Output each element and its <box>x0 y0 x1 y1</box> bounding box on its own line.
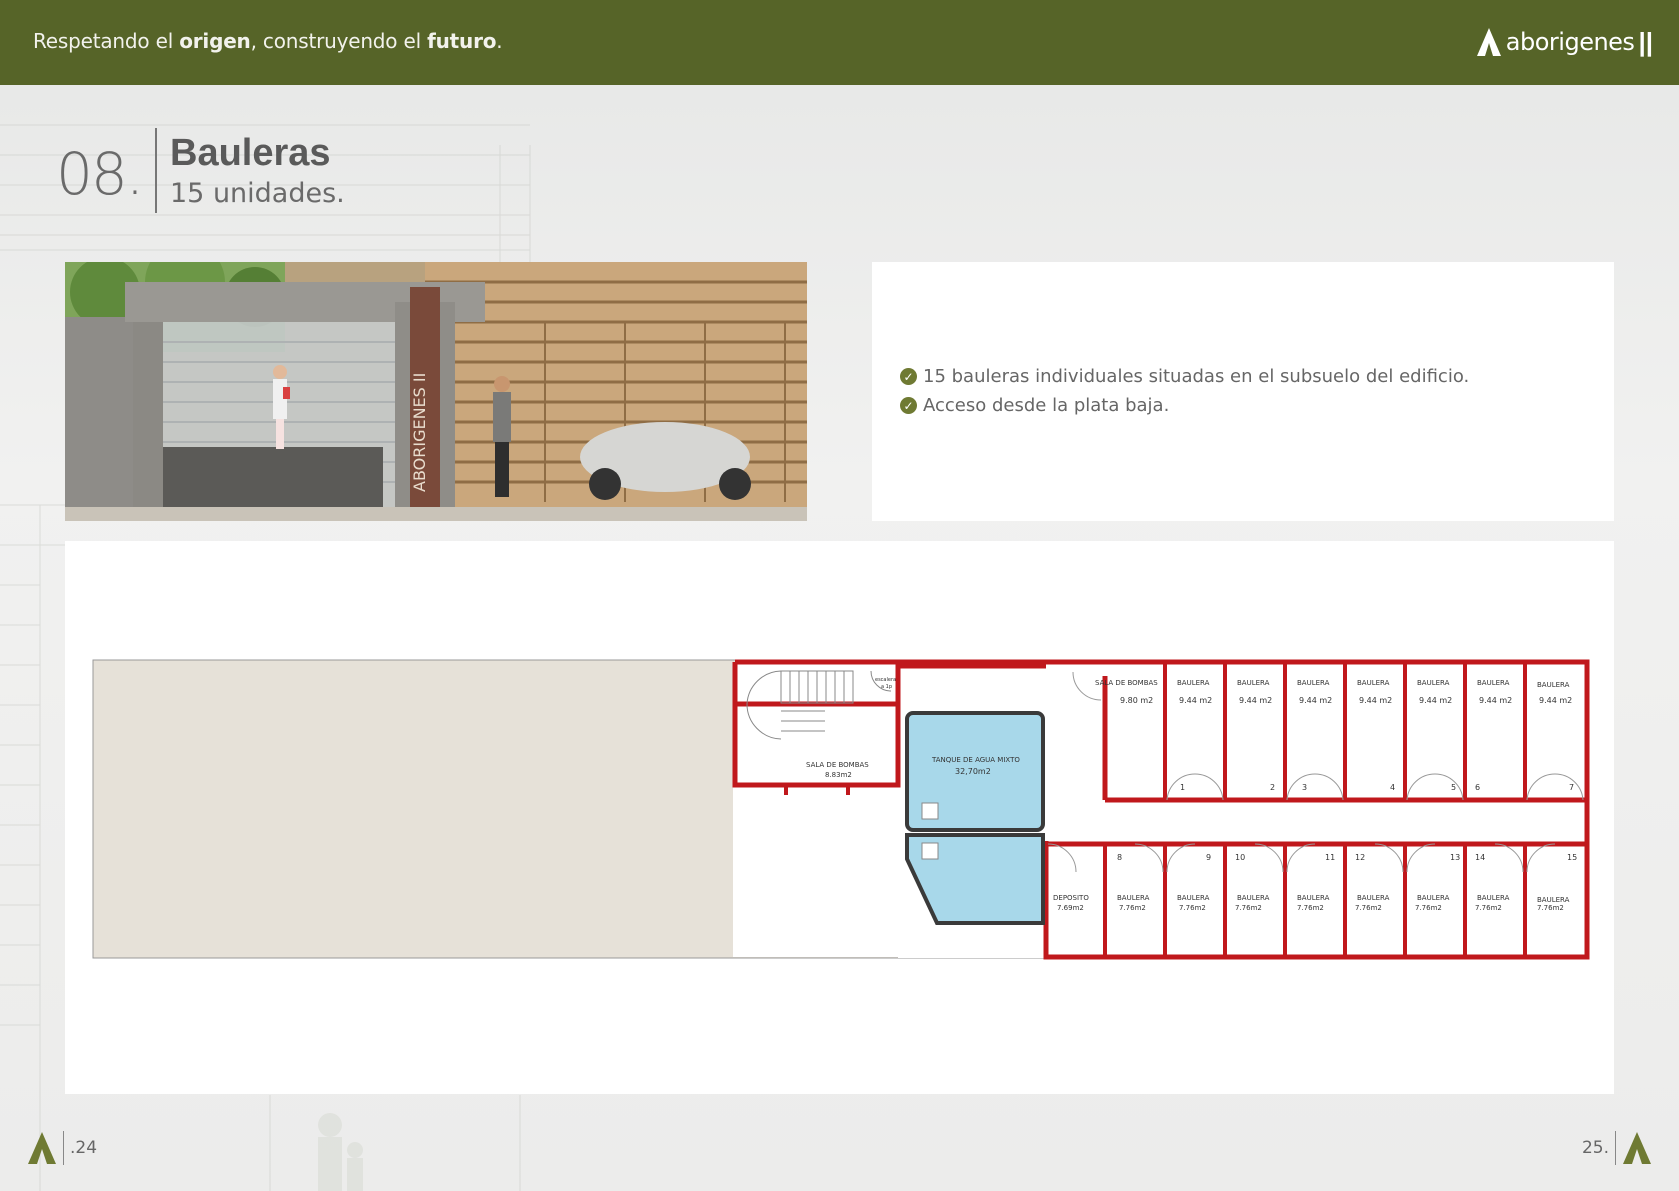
room-area: 9.44 m2 <box>1539 696 1572 705</box>
room-name: BAULERA <box>1237 679 1270 687</box>
feature-text: 15 bauleras individuales situadas en el … <box>923 366 1470 387</box>
room-area: 9.44 m2 <box>1299 696 1332 705</box>
section-divider <box>155 128 157 213</box>
room-area: 9.44 m2 <box>1179 696 1212 705</box>
page-number-left: .24 <box>70 1138 98 1158</box>
feature-text: Acceso desde la plata baja. <box>923 395 1170 416</box>
room-area: 9.44 m2 <box>1239 696 1272 705</box>
storage-number: 9 <box>1206 853 1211 862</box>
building-entrance-photo: ABORIGENES II <box>65 262 807 521</box>
storage-number: 11 <box>1325 853 1335 862</box>
tagline-part: Respetando el <box>33 29 180 53</box>
page-number-right: 25. <box>1581 1138 1609 1158</box>
storage-number: 6 <box>1475 783 1480 792</box>
footer-left: .24 <box>27 1131 97 1165</box>
feature-item: ✓ Acceso desde la plata baja. <box>900 395 1469 416</box>
section-number: 08. <box>56 140 144 208</box>
room-name: DEPOSITO <box>1053 894 1089 902</box>
room-name: BAULERA <box>1477 679 1510 687</box>
footer-right: 25. <box>1582 1131 1652 1165</box>
tagline-emphasis: futuro <box>427 29 497 53</box>
tank-area: 32,70m2 <box>955 767 991 776</box>
check-circle-icon: ✓ <box>900 397 917 414</box>
room-name: BAULERA <box>1357 894 1390 902</box>
storage-number: 14 <box>1475 853 1485 862</box>
storage-number: 2 <box>1270 783 1275 792</box>
features-box: ✓ 15 bauleras individuales situadas en e… <box>872 262 1614 521</box>
stairs-label: escalera <box>875 677 896 683</box>
brand-suffix: || <box>1638 26 1653 57</box>
room-name: BAULERA <box>1477 894 1510 902</box>
room-name: BAULERA <box>1237 894 1270 902</box>
brand-mountain-icon <box>1476 28 1501 56</box>
room-area: 9.44 m2 <box>1479 696 1512 705</box>
storage-number: 15 <box>1567 853 1577 862</box>
room-name: BAULERA <box>1297 679 1330 687</box>
storage-number: 5 <box>1451 783 1456 792</box>
section-subtitle: 15 unidades. <box>170 178 345 209</box>
room-area: 7.69m2 <box>1057 904 1084 912</box>
pump-room-label: SALA DE BOMBAS <box>806 761 869 769</box>
room-area: 7.76m2 <box>1475 904 1502 912</box>
brand-mountain-icon <box>28 1132 56 1164</box>
storage-number: 7 <box>1569 783 1574 792</box>
room-area: 7.76m2 <box>1355 904 1382 912</box>
building-sign-text: ABORIGENES II <box>410 373 429 492</box>
brand-mountain-icon <box>1623 1132 1651 1164</box>
storage-number: 1 <box>1180 783 1185 792</box>
storage-number: 12 <box>1355 853 1365 862</box>
room-name: BAULERA <box>1537 896 1570 904</box>
features-list: ✓ 15 bauleras individuales situadas en e… <box>900 366 1469 424</box>
room-name: BAULERA <box>1417 894 1450 902</box>
room-name: SALA DE BOMBAS <box>1095 679 1158 687</box>
storage-number: 8 <box>1117 853 1122 862</box>
brand-logo: aborigenes || <box>1476 24 1653 60</box>
storage-number: 10 <box>1235 853 1245 862</box>
room-area: 9.44 m2 <box>1359 696 1392 705</box>
storage-number: 13 <box>1450 853 1460 862</box>
room-name: BAULERA <box>1417 679 1450 687</box>
tagline-emphasis: origen <box>179 29 251 53</box>
room-area: 9.80 m2 <box>1120 696 1153 705</box>
section-title: Bauleras <box>170 132 331 174</box>
pump-room-area: 8.83m2 <box>825 771 852 779</box>
room-area: 7.76m2 <box>1119 904 1146 912</box>
stairs-label: a 1p <box>881 684 892 690</box>
room-name: BAULERA <box>1297 894 1330 902</box>
floor-plan-panel: escalera a 1p SALA DE BOMBAS 8.83m2 TANQ… <box>65 541 1614 1094</box>
room-name: BAULERA <box>1117 894 1150 902</box>
room-area: 7.76m2 <box>1415 904 1442 912</box>
check-circle-icon: ✓ <box>900 368 917 385</box>
feature-item: ✓ 15 bauleras individuales situadas en e… <box>900 366 1469 387</box>
room-name: BAULERA <box>1177 894 1210 902</box>
storage-number: 4 <box>1390 783 1395 792</box>
storage-number: 3 <box>1302 783 1307 792</box>
tank-label: TANQUE DE AGUA MIXTO <box>931 756 1020 764</box>
room-name: BAULERA <box>1537 681 1570 689</box>
footer-divider <box>1615 1131 1616 1165</box>
footer-divider <box>63 1131 64 1165</box>
room-area: 7.76m2 <box>1537 904 1564 912</box>
water-tank <box>905 711 1045 925</box>
tagline-part: . <box>496 29 503 53</box>
room-area: 9.44 m2 <box>1419 696 1452 705</box>
brand-name: aborigenes <box>1505 28 1635 56</box>
tagline-part: , construyendo el <box>250 29 428 53</box>
room-area: 7.76m2 <box>1179 904 1206 912</box>
tagline: Respetando el origen, construyendo el fu… <box>33 29 503 53</box>
room-area: 7.76m2 <box>1297 904 1324 912</box>
header-bar: Respetando el origen, construyendo el fu… <box>0 0 1679 85</box>
room-area: 7.76m2 <box>1235 904 1262 912</box>
floor-plan: escalera a 1p SALA DE BOMBAS 8.83m2 TANQ… <box>92 659 1614 960</box>
room-name: BAULERA <box>1357 679 1390 687</box>
room-name: BAULERA <box>1177 679 1210 687</box>
